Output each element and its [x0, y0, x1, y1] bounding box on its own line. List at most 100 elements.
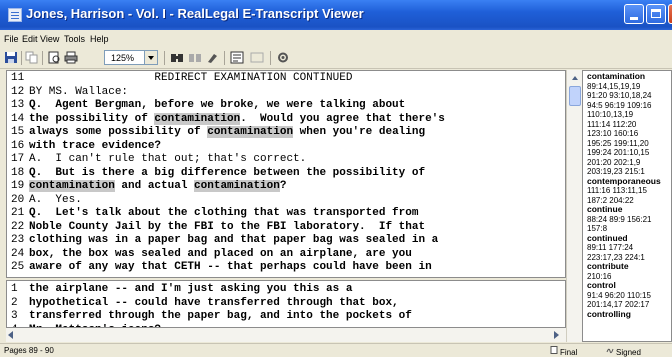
zoom-value: 125%	[111, 53, 135, 63]
line-number: 2	[11, 296, 18, 309]
line-text: A. I can't rule that out; that's correct…	[29, 153, 307, 165]
transcript-line[interactable]: 2 hypothetical -- could have transferred …	[11, 297, 399, 311]
menu-tools[interactable]: Tools	[64, 34, 85, 44]
transcript-line[interactable]: 14 the possibility of contamination. Woul…	[11, 112, 445, 127]
search-hit-highlight: contamination	[194, 180, 280, 192]
line-number: 15	[11, 126, 25, 138]
chevron-down-icon[interactable]	[144, 51, 157, 64]
print-preview-icon[interactable]	[47, 51, 61, 64]
line-number: 22	[11, 220, 25, 233]
index-reference[interactable]: 94:5 96:19 109:16	[587, 101, 652, 111]
line-text: A. Yes.	[29, 193, 82, 206]
index-reference[interactable]: 91:20 93:10,18,24	[587, 91, 652, 101]
menu-file[interactable]: File	[4, 34, 19, 44]
line-number: 25	[11, 261, 25, 273]
find-icon[interactable]	[170, 51, 184, 64]
word-index-icon[interactable]	[230, 51, 244, 64]
index-reference[interactable]: 201:20 202:1,9	[587, 158, 640, 168]
line-number: 19	[11, 180, 25, 192]
copy-icon[interactable]	[25, 51, 39, 64]
line-number: 16	[11, 139, 25, 152]
transcript-line[interactable]: 13 Q. Agent Bergman, before we broke, we …	[11, 99, 405, 113]
index-reference[interactable]: 111:14 112:20	[587, 120, 636, 130]
scroll-thumb[interactable]	[569, 86, 581, 106]
title-bar: Jones, Harrison - Vol. I - RealLegal E-T…	[0, 0, 672, 30]
index-word[interactable]: controlling	[587, 309, 631, 320]
signature-icon	[606, 348, 614, 354]
transcript-line[interactable]: 25 aware of any way that CETH -- that per…	[11, 261, 432, 275]
line-number: 14	[11, 112, 25, 125]
menu-bar: File Edit View Tools Help	[0, 30, 672, 48]
line-text: the possibility of	[29, 112, 155, 125]
toolbar-separator	[21, 51, 22, 65]
line-text: with trace evidence?	[29, 139, 162, 152]
line-number: 24	[11, 247, 25, 260]
index-word[interactable]: control	[587, 280, 616, 291]
line-text: clothing was in a paper bag and that pap…	[29, 234, 439, 246]
index-reference[interactable]: 88:24 89:9 156:21	[587, 215, 652, 225]
transcript-line[interactable]: 23 clothing was in a paper bag and that p…	[11, 234, 438, 248]
index-reference[interactable]: 195:25 199:11,20	[587, 139, 649, 149]
index-word[interactable]: contemporaneous	[587, 176, 661, 187]
line-number: 12	[11, 85, 25, 98]
transcript-line[interactable]: 20 A. Yes.	[11, 194, 82, 208]
transcript-line[interactable]: 19 contamination and actual contamination…	[11, 180, 286, 194]
zoom-select[interactable]: 125%	[104, 50, 158, 65]
line-text: hypothetical -- could have transferred t…	[29, 296, 399, 309]
transcript-line[interactable]: 12 BY MS. Wallace:	[11, 86, 128, 100]
status-bar: Pages 89 - 90 Final Signed	[0, 343, 672, 357]
line-number: 1	[11, 283, 18, 295]
scroll-right-icon[interactable]	[554, 331, 559, 339]
menu-help[interactable]: Help	[90, 34, 109, 44]
index-reference[interactable]: 123:10 160:16	[587, 129, 638, 139]
index-word[interactable]: continue	[587, 204, 622, 215]
index-word[interactable]: contribute	[587, 261, 629, 272]
index-reference[interactable]: 111:16 113:11,15	[587, 186, 647, 196]
transcript-line[interactable]: 17 A. I can't rule that out; that's corre…	[11, 153, 306, 167]
minimize-button[interactable]	[624, 4, 644, 24]
line-text: when you're dealing	[293, 126, 426, 138]
line-text: Q. Agent Bergman, before we broke, we we…	[29, 99, 406, 111]
highlight-icon[interactable]	[206, 51, 220, 64]
line-text: box, the box was sealed and placed on an…	[29, 247, 412, 260]
line-number: 3	[11, 310, 18, 322]
app-icon	[8, 8, 22, 22]
line-text: Noble County Jail by the FBI to the FBI …	[29, 220, 426, 233]
transcript-line[interactable]: 21 Q. Let's talk about the clothing that …	[11, 207, 418, 221]
save-icon[interactable]	[4, 51, 18, 64]
index-word[interactable]: contamination	[587, 71, 645, 82]
line-number: 13	[11, 99, 25, 111]
print-icon[interactable]	[64, 51, 78, 64]
menu-view[interactable]: View	[40, 34, 59, 44]
line-number: 17	[11, 153, 25, 165]
close-button[interactable]	[668, 4, 672, 24]
transcript-line[interactable]: 16 with trace evidence?	[11, 140, 161, 154]
index-reference[interactable]: 89:14,15,19,19	[587, 82, 640, 92]
index-word[interactable]: continued	[587, 233, 628, 244]
word-index-pane: contamination 89:14,15,19,19 91:20 93:10,1…	[582, 70, 672, 342]
transcript-line[interactable]: 3 transferred through the paper bag, and …	[11, 310, 412, 324]
scroll-left-icon[interactable]	[8, 331, 13, 339]
maximize-button[interactable]	[646, 4, 666, 24]
transcript-line[interactable]: 15 always some possibility of contaminati…	[11, 126, 425, 140]
index-reference[interactable]: 110:10,13,19	[587, 110, 633, 120]
scroll-up-icon[interactable]	[569, 72, 581, 84]
line-number: 20	[11, 193, 25, 206]
settings-icon[interactable]	[276, 51, 290, 64]
transcript-scrollbar[interactable]	[566, 70, 583, 342]
transcript-line[interactable]: 22 Noble County Jail by the FBI to the FB…	[11, 221, 425, 235]
line-number: 11	[11, 72, 25, 84]
index-reference[interactable]: 199:24 201:10,15	[587, 148, 649, 158]
status-final: Final	[550, 346, 577, 357]
annotation-icon[interactable]	[250, 51, 264, 64]
transcript-line[interactable]: 1 the airplane -- and I'm just asking you…	[11, 283, 352, 297]
horizontal-scrollbar[interactable]	[6, 328, 566, 342]
transcript-line[interactable]: 18 Q. But is there a big difference betwe…	[11, 167, 425, 181]
find-next-icon[interactable]	[188, 51, 202, 64]
transcript-line[interactable]: 11 REDIRECT EXAMINATION CONTINUED	[11, 72, 352, 86]
menu-edit[interactable]: Edit	[22, 34, 38, 44]
index-reference[interactable]: 91:4 96:20 110:15	[587, 291, 651, 301]
line-number: 23	[11, 234, 25, 246]
transcript-line[interactable]: 24 box, the box was sealed and placed on …	[11, 248, 412, 262]
index-reference[interactable]: 89:11 177:24	[587, 243, 633, 253]
